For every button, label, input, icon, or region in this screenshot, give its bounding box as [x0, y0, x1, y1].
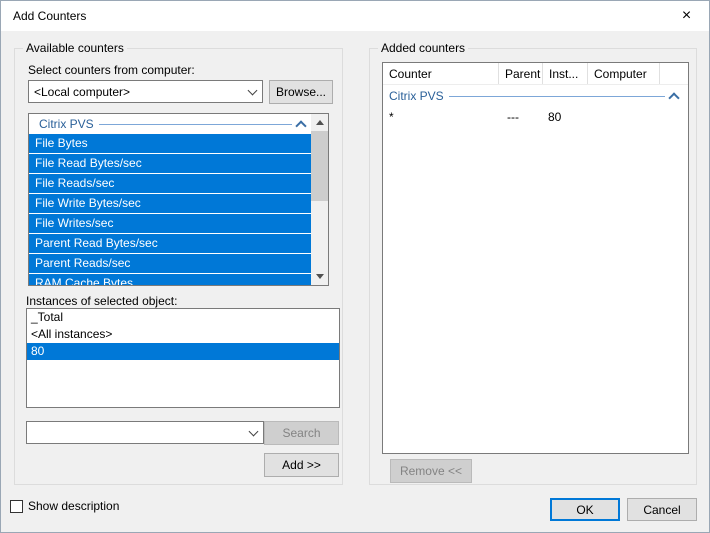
- table-header: Counter Parent Inst... Computer: [383, 63, 688, 85]
- chevron-up-icon[interactable]: [295, 120, 306, 131]
- cell-instance: 80: [543, 107, 588, 127]
- counter-item[interactable]: File Bytes: [29, 134, 311, 153]
- counters-list-content: Citrix PVS File Bytes File Read Bytes/se…: [29, 114, 311, 285]
- column-header-instance[interactable]: Inst...: [543, 63, 588, 84]
- added-counters-group: Added counters Counter Parent Inst... Co…: [369, 48, 697, 485]
- chevron-up-icon[interactable]: [668, 92, 679, 103]
- cell-counter: *: [383, 107, 499, 127]
- counter-item[interactable]: File Write Bytes/sec: [29, 194, 311, 213]
- counter-item[interactable]: File Reads/sec: [29, 174, 311, 193]
- added-group-label: Citrix PVS: [389, 89, 444, 103]
- available-counters-group: Available counters Select counters from …: [14, 48, 343, 485]
- instances-label: Instances of selected object:: [26, 294, 177, 308]
- counter-item[interactable]: File Read Bytes/sec: [29, 154, 311, 173]
- column-header-counter[interactable]: Counter: [383, 63, 499, 84]
- instances-list[interactable]: _Total <All instances> 80: [26, 308, 340, 408]
- cancel-button[interactable]: Cancel: [627, 498, 697, 521]
- computer-select[interactable]: <Local computer>: [28, 80, 263, 103]
- available-counters-list[interactable]: Citrix PVS File Bytes File Read Bytes/se…: [28, 113, 329, 286]
- cell-parent: ---: [499, 107, 543, 127]
- show-description-label: Show description: [28, 499, 119, 513]
- scroll-down-icon: [316, 274, 324, 279]
- window-title: Add Counters: [1, 9, 86, 23]
- scroll-up-button[interactable]: [311, 114, 328, 131]
- add-counters-dialog: Add Counters × Available counters Select…: [0, 0, 710, 533]
- scrollbar-thumb[interactable]: [311, 131, 328, 201]
- column-header-filler: [660, 63, 688, 84]
- close-button[interactable]: ×: [664, 1, 709, 30]
- added-counters-table: Counter Parent Inst... Computer Citrix P…: [382, 62, 689, 454]
- select-computer-label: Select counters from computer:: [28, 63, 195, 77]
- column-header-computer[interactable]: Computer: [588, 63, 660, 84]
- instance-item[interactable]: <All instances>: [27, 326, 339, 343]
- instance-item[interactable]: 80: [27, 343, 339, 360]
- chevron-down-icon[interactable]: [244, 422, 263, 443]
- counter-item[interactable]: File Writes/sec: [29, 214, 311, 233]
- browse-button[interactable]: Browse...: [269, 80, 333, 104]
- show-description-row[interactable]: Show description: [10, 499, 119, 513]
- add-button[interactable]: Add >>: [264, 453, 339, 477]
- instance-item[interactable]: _Total: [27, 309, 339, 326]
- vertical-scrollbar[interactable]: [311, 114, 328, 285]
- search-input[interactable]: [26, 421, 264, 444]
- available-counters-group-label: Available counters: [23, 41, 127, 55]
- search-button[interactable]: Search: [264, 421, 339, 445]
- ok-button[interactable]: OK: [550, 498, 620, 521]
- cell-computer: [588, 107, 660, 127]
- titlebar: Add Counters ×: [1, 1, 709, 31]
- computer-select-value: <Local computer>: [29, 85, 243, 99]
- counter-group-label: Citrix PVS: [39, 117, 94, 131]
- remove-button[interactable]: Remove <<: [390, 459, 472, 483]
- counter-group-header[interactable]: Citrix PVS: [29, 114, 311, 134]
- close-icon: ×: [682, 8, 691, 24]
- table-row[interactable]: * --- 80: [383, 107, 688, 127]
- group-header-line: [449, 96, 665, 97]
- scroll-down-button[interactable]: [311, 268, 328, 285]
- added-counters-group-label: Added counters: [378, 41, 468, 55]
- counter-item[interactable]: Parent Read Bytes/sec: [29, 234, 311, 253]
- added-group-row[interactable]: Citrix PVS: [383, 85, 688, 107]
- scroll-up-icon: [316, 120, 324, 125]
- counter-item[interactable]: RAM Cache Bytes: [29, 274, 311, 285]
- chevron-down-icon[interactable]: [243, 81, 262, 102]
- counter-item[interactable]: Parent Reads/sec: [29, 254, 311, 273]
- column-header-parent[interactable]: Parent: [499, 63, 543, 84]
- group-header-line: [99, 124, 292, 125]
- show-description-checkbox[interactable]: [10, 500, 23, 513]
